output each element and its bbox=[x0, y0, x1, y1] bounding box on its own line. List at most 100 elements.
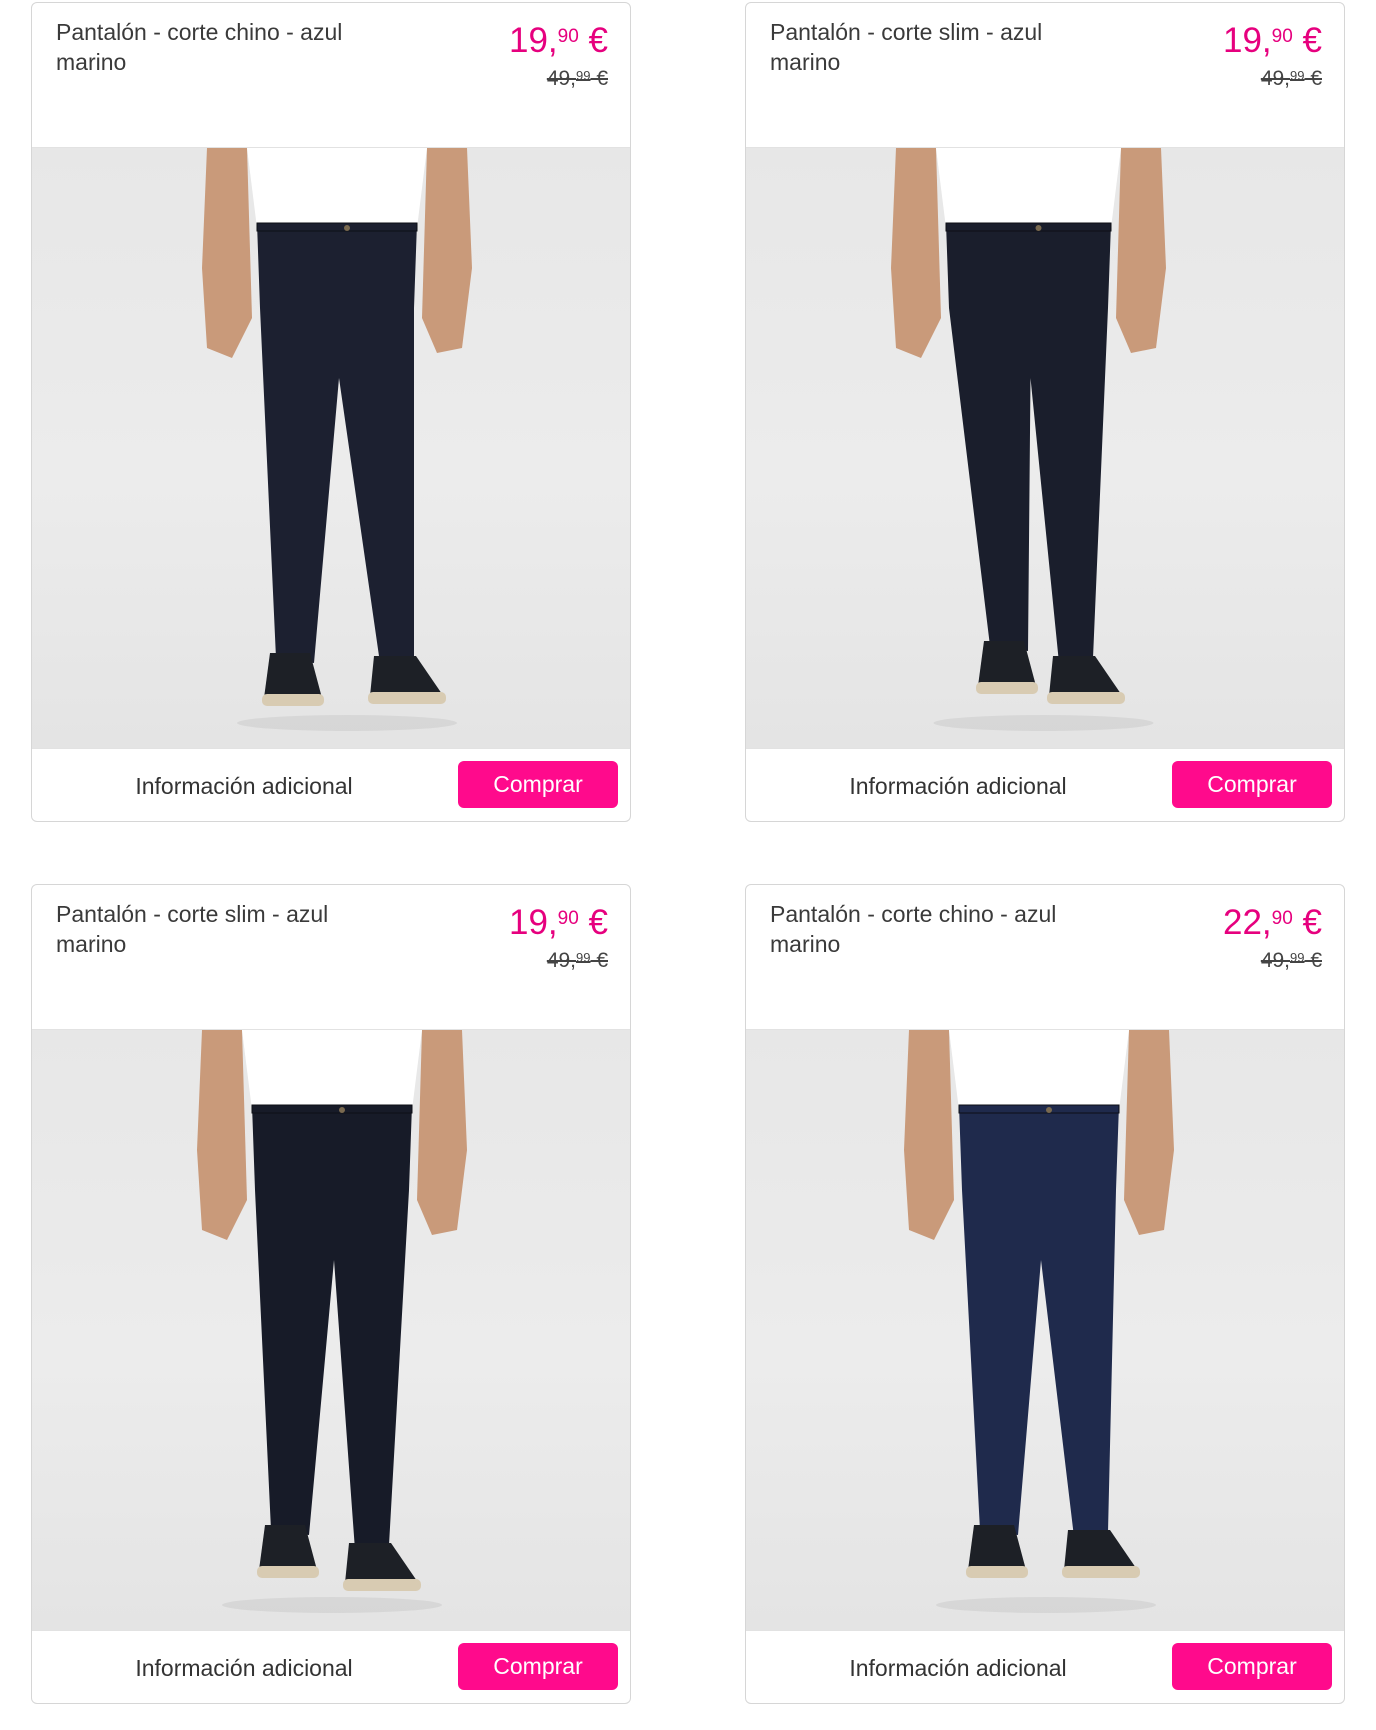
right-arm bbox=[422, 148, 472, 353]
additional-info-link[interactable]: Información adicional bbox=[32, 749, 456, 821]
buy-button[interactable]: Comprar bbox=[458, 1643, 618, 1690]
product-title[interactable]: Pantalón - corte chino - azul marino bbox=[56, 17, 376, 77]
old-price-cents: 99 bbox=[576, 950, 591, 965]
right-shoe bbox=[345, 1543, 417, 1583]
old-price-currency: € bbox=[1304, 67, 1322, 90]
right-sole bbox=[368, 692, 446, 704]
price-cents: 90 bbox=[557, 908, 579, 929]
price-box: 19,90 € 49,99 € bbox=[509, 899, 608, 974]
white-shirt bbox=[949, 1030, 1129, 1110]
trouser-button bbox=[339, 1107, 345, 1113]
price-integer: 19, bbox=[1223, 21, 1272, 60]
model-illustration bbox=[891, 148, 1166, 731]
waistband bbox=[958, 1104, 1120, 1114]
waistband bbox=[256, 222, 418, 232]
right-shoe bbox=[370, 656, 442, 696]
right-shoe bbox=[1064, 1530, 1136, 1570]
old-price: 49,99 € bbox=[509, 63, 608, 92]
left-arm bbox=[891, 148, 941, 358]
right-sole bbox=[343, 1579, 421, 1591]
buy-button[interactable]: Comprar bbox=[1172, 1643, 1332, 1690]
model-illustration bbox=[197, 1030, 467, 1613]
trouser-button bbox=[1035, 225, 1042, 231]
white-shirt bbox=[242, 1030, 422, 1110]
product-header: Pantalón - corte chino - azul marino 22,… bbox=[746, 885, 1344, 1030]
product-title[interactable]: Pantalón - corte chino - azul marino bbox=[770, 899, 1090, 959]
old-price-integer: 49, bbox=[1260, 949, 1291, 972]
left-sole bbox=[257, 1566, 319, 1578]
current-price: 19,90 € bbox=[509, 899, 608, 943]
trousers bbox=[252, 1105, 412, 1550]
waistband bbox=[945, 222, 1112, 232]
old-price-cents: 99 bbox=[1290, 950, 1305, 965]
right-shoe bbox=[1049, 656, 1121, 696]
old-price: 49,99 € bbox=[509, 945, 608, 974]
right-arm bbox=[1116, 148, 1166, 353]
buy-button[interactable]: Comprar bbox=[1172, 761, 1332, 808]
buy-button[interactable]: Comprar bbox=[458, 761, 618, 808]
waistband bbox=[251, 1104, 413, 1114]
old-price-cents: 99 bbox=[1290, 68, 1305, 83]
product-card: Pantalón - corte slim - azul marino 19,9… bbox=[745, 2, 1345, 822]
price-currency: € bbox=[578, 903, 608, 942]
white-shirt bbox=[247, 148, 427, 228]
right-sole bbox=[1062, 1566, 1140, 1578]
price-cents: 90 bbox=[557, 26, 579, 47]
product-image[interactable] bbox=[746, 1030, 1344, 1630]
price-cents: 90 bbox=[1271, 908, 1293, 929]
price-integer: 22, bbox=[1223, 903, 1272, 942]
old-price-integer: 49, bbox=[546, 67, 577, 90]
left-sole bbox=[262, 694, 324, 706]
left-sole bbox=[976, 682, 1038, 694]
price-box: 19,90 € 49,99 € bbox=[1223, 17, 1322, 92]
price-integer: 19, bbox=[509, 903, 558, 942]
product-footer: Información adicional Comprar bbox=[32, 748, 630, 821]
product-title[interactable]: Pantalón - corte slim - azul marino bbox=[770, 17, 1090, 77]
product-header: Pantalón - corte chino - azul marino 19,… bbox=[32, 3, 630, 148]
old-price-currency: € bbox=[590, 949, 608, 972]
old-price: 49,99 € bbox=[1223, 945, 1322, 974]
left-arm bbox=[904, 1030, 954, 1240]
right-arm bbox=[1124, 1030, 1174, 1235]
current-price: 22,90 € bbox=[1223, 899, 1322, 943]
floor-shadow bbox=[936, 1597, 1156, 1613]
price-currency: € bbox=[1292, 21, 1322, 60]
floor-shadow bbox=[933, 715, 1154, 731]
trouser-button bbox=[1046, 1107, 1052, 1113]
price-box: 22,90 € 49,99 € bbox=[1223, 899, 1322, 974]
old-price-currency: € bbox=[590, 67, 608, 90]
product-image[interactable] bbox=[746, 148, 1344, 748]
old-price-integer: 49, bbox=[546, 949, 577, 972]
price-cents: 90 bbox=[1271, 26, 1293, 47]
model-illustration bbox=[904, 1030, 1174, 1613]
additional-info-link[interactable]: Información adicional bbox=[746, 749, 1170, 821]
left-arm bbox=[197, 1030, 247, 1240]
model-illustration bbox=[202, 148, 472, 731]
product-image[interactable] bbox=[32, 148, 630, 748]
product-image[interactable] bbox=[32, 1030, 630, 1630]
product-card: Pantalón - corte chino - azul marino 22,… bbox=[745, 884, 1345, 1704]
old-price-cents: 99 bbox=[576, 68, 591, 83]
product-title[interactable]: Pantalón - corte slim - azul marino bbox=[56, 899, 376, 959]
old-price-integer: 49, bbox=[1260, 67, 1291, 90]
trousers bbox=[959, 1105, 1119, 1537]
floor-shadow bbox=[237, 715, 457, 731]
product-header: Pantalón - corte slim - azul marino 19,9… bbox=[746, 3, 1344, 148]
additional-info-link[interactable]: Información adicional bbox=[746, 1631, 1170, 1703]
trousers bbox=[946, 223, 1111, 663]
product-footer: Información adicional Comprar bbox=[746, 748, 1344, 821]
trouser-button bbox=[344, 225, 350, 231]
product-footer: Información adicional Comprar bbox=[746, 1630, 1344, 1703]
product-header: Pantalón - corte slim - azul marino 19,9… bbox=[32, 885, 630, 1030]
old-price: 49,99 € bbox=[1223, 63, 1322, 92]
additional-info-link[interactable]: Información adicional bbox=[32, 1631, 456, 1703]
left-arm bbox=[202, 148, 252, 358]
product-card: Pantalón - corte slim - azul marino 19,9… bbox=[31, 884, 631, 1704]
white-shirt bbox=[936, 148, 1121, 228]
old-price-currency: € bbox=[1304, 949, 1322, 972]
price-currency: € bbox=[1292, 903, 1322, 942]
product-footer: Información adicional Comprar bbox=[32, 1630, 630, 1703]
current-price: 19,90 € bbox=[1223, 17, 1322, 61]
price-box: 19,90 € 49,99 € bbox=[509, 17, 608, 92]
product-card: Pantalón - corte chino - azul marino 19,… bbox=[31, 2, 631, 822]
